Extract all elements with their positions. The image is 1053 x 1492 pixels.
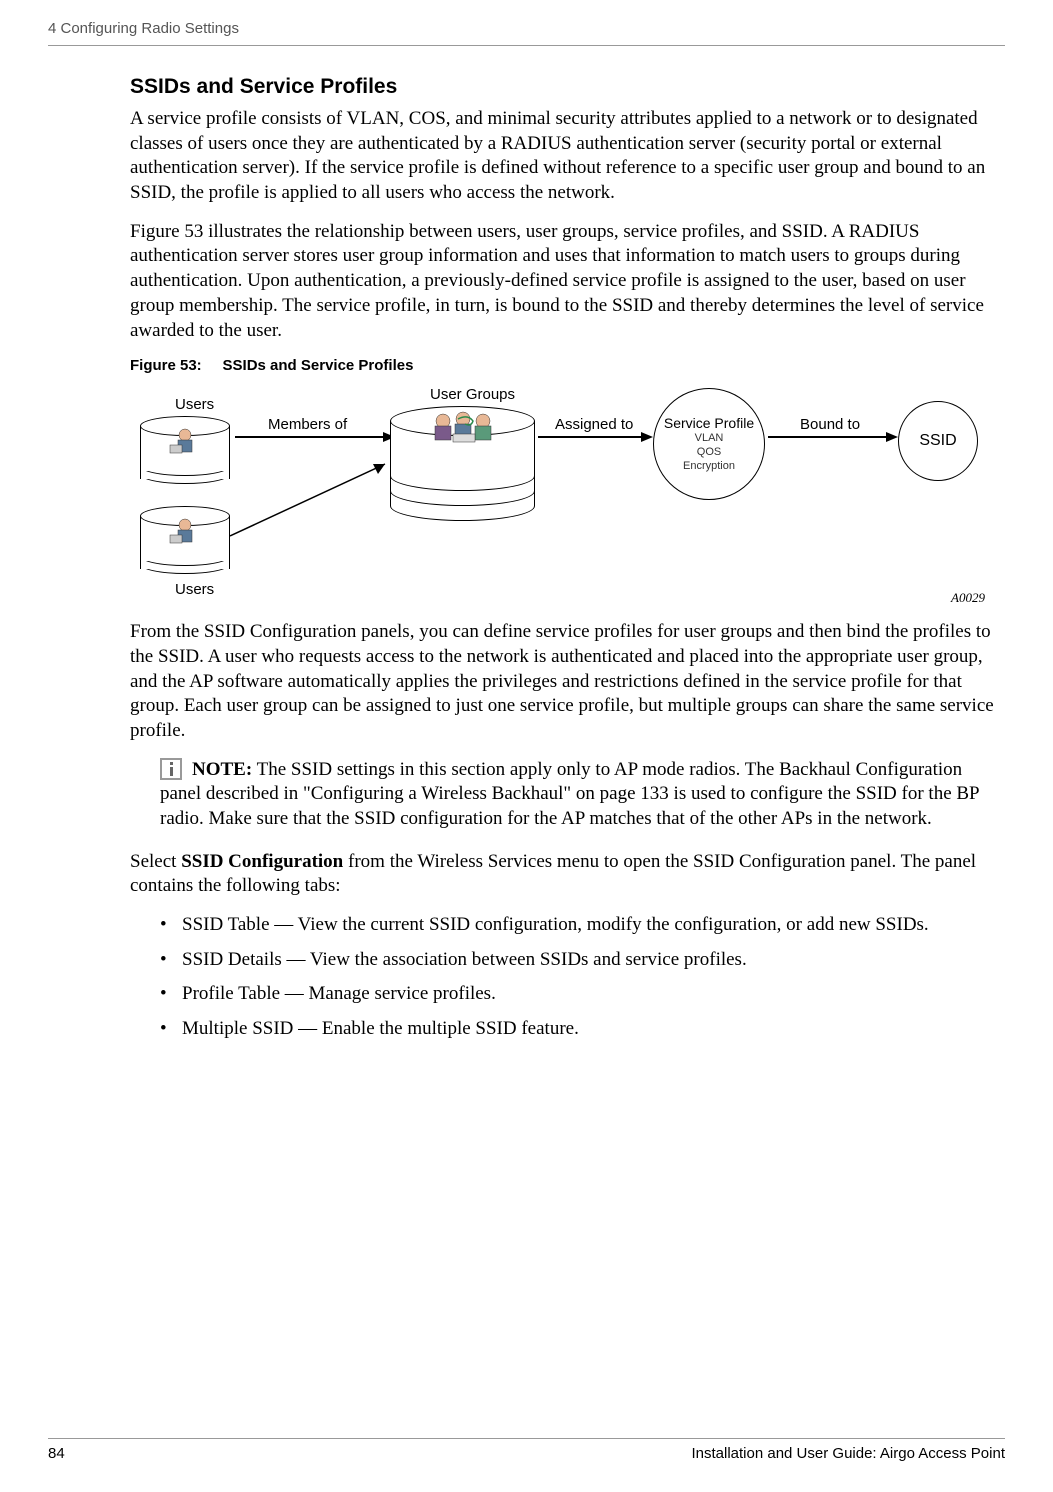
members-of-label: Members of xyxy=(268,416,347,433)
page-header: 4 Configuring Radio Settings xyxy=(48,20,1005,46)
content-area: SSIDs and Service Profiles A service pro… xyxy=(130,75,1005,1052)
bullet-list: SSID Table — View the current SSID confi… xyxy=(160,913,1005,1042)
list-item: Profile Table — Manage service profiles. xyxy=(160,982,1005,1007)
users-cylinder-2 xyxy=(140,506,230,566)
section-title: SSIDs and Service Profiles xyxy=(130,75,1005,99)
figure-ref: A0029 xyxy=(951,590,985,606)
note-body: The SSID settings in this section apply … xyxy=(160,759,979,829)
ssid-label: SSID xyxy=(919,432,956,450)
list-item: SSID Details — View the association betw… xyxy=(160,948,1005,973)
group-icon xyxy=(423,409,503,444)
para4-prefix: Select xyxy=(130,851,181,872)
ssid-circle: SSID xyxy=(898,401,978,481)
page-number: 84 xyxy=(48,1445,65,1462)
paragraph-3: From the SSID Configuration panels, you … xyxy=(130,620,1005,743)
figure-label: Figure 53: SSIDs and Service Profiles xyxy=(130,357,1005,374)
assigned-to-label: Assigned to xyxy=(555,416,633,433)
encryption-label: Encryption xyxy=(683,459,735,473)
figure-number: Figure 53: xyxy=(130,357,202,374)
arrow-4 xyxy=(768,436,888,438)
arrow-3 xyxy=(538,436,643,438)
user-icon-2 xyxy=(165,515,205,545)
note-label: NOTE: xyxy=(192,759,252,780)
paragraph-1: A service profile consists of VLAN, COS,… xyxy=(130,107,1005,206)
page-footer: 84 Installation and User Guide: Airgo Ac… xyxy=(48,1438,1005,1462)
users-bottom-label: Users xyxy=(175,581,214,598)
paragraph-2: Figure 53 illustrates the relationship b… xyxy=(130,220,1005,343)
arrow-head-4 xyxy=(886,432,898,442)
arrow-head-3 xyxy=(641,432,653,442)
users-top-label: Users xyxy=(175,396,214,413)
note-text: NOTE: The SSID settings in this section … xyxy=(160,758,1005,832)
qos-label: QOS xyxy=(697,445,721,459)
service-profile-label: Service Profile xyxy=(664,415,754,431)
user-icon xyxy=(165,425,205,455)
paragraph-4: Select SSID Configuration from the Wirel… xyxy=(130,850,1005,899)
bound-to-label: Bound to xyxy=(800,416,860,433)
para4-bold: SSID Configuration xyxy=(181,851,343,872)
arrow-2 xyxy=(230,436,400,546)
figure-diagram: Users xyxy=(140,386,1005,606)
list-item: SSID Table — View the current SSID confi… xyxy=(160,913,1005,938)
groups-cylinder xyxy=(390,406,535,491)
vlan-label: VLAN xyxy=(695,431,724,445)
list-item: Multiple SSID — Enable the multiple SSID… xyxy=(160,1017,1005,1042)
service-profile-circle: Service Profile VLAN QOS Encryption xyxy=(653,388,765,500)
chapter-label: 4 Configuring Radio Settings xyxy=(48,20,239,37)
user-groups-label: User Groups xyxy=(430,386,515,403)
note-block: NOTE: The SSID settings in this section … xyxy=(130,758,1005,832)
users-cylinder-1 xyxy=(140,416,230,476)
figure-title: SSIDs and Service Profiles xyxy=(223,357,414,374)
guide-title: Installation and User Guide: Airgo Acces… xyxy=(691,1445,1005,1462)
